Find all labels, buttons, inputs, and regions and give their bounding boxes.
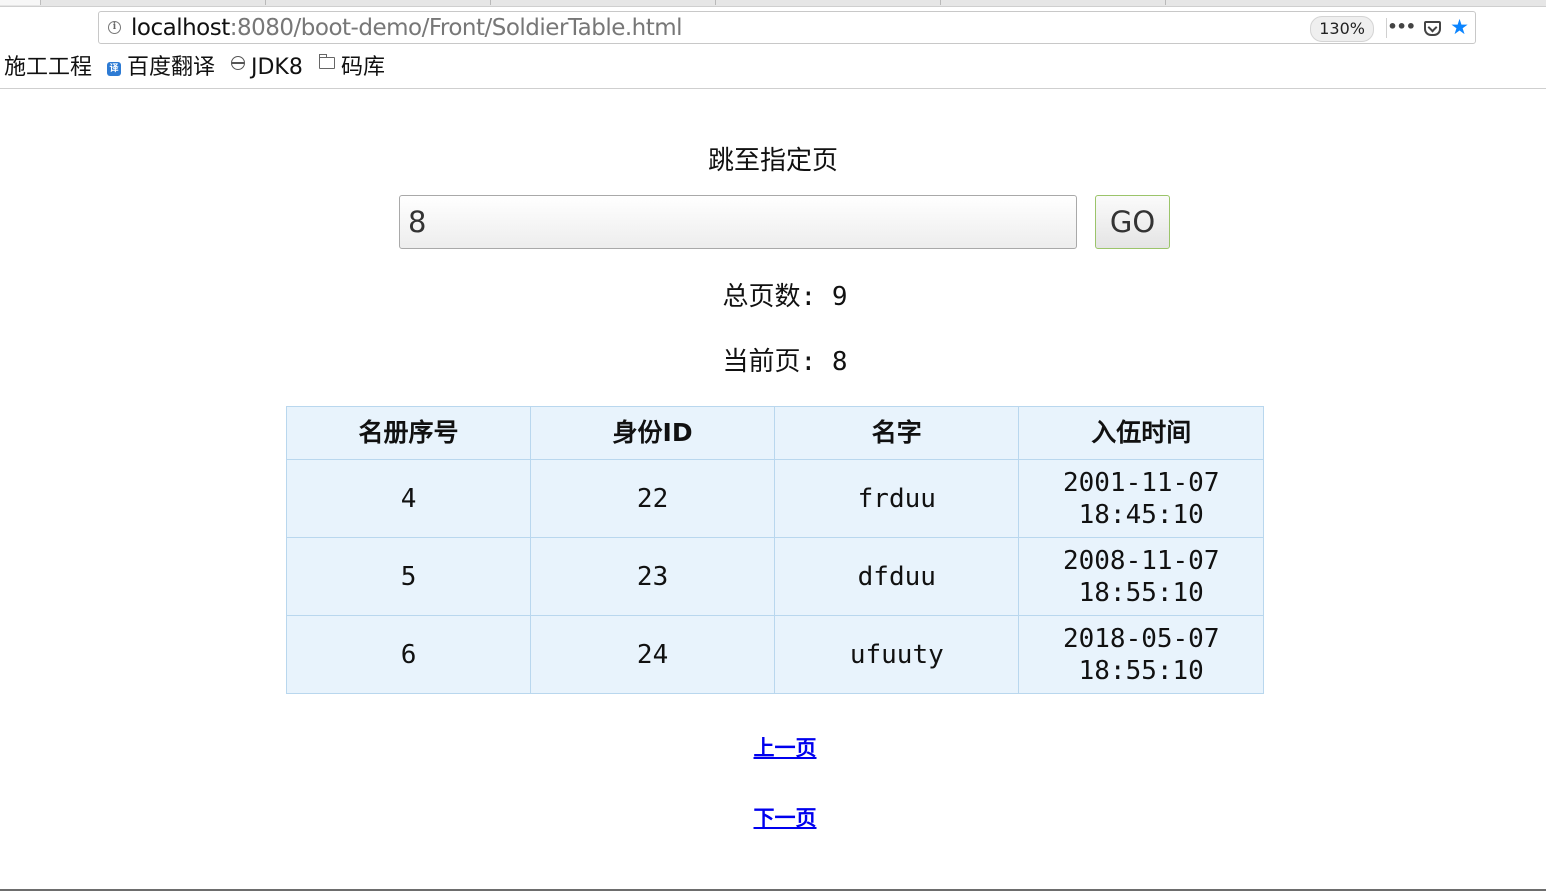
tab-separator [940,0,941,5]
name-cell: dfduu [774,537,1020,616]
table-row: 4 22 frduu 2001-11-07 18:45:10 [285,459,1264,538]
bookmark-label: JDK8 [251,55,303,80]
bookmark-label: 码库 [341,55,386,80]
column-header-name: 名字 [774,406,1020,460]
bookmark-item[interactable]: 译百度翻译 [107,52,215,84]
current-page-text: 当前页: 8 [722,347,848,377]
jump-to-page-title: 跳至指定页 [707,146,838,176]
enlist-date: 2001-11-07 [1062,467,1220,498]
column-header-id: 身份ID [530,406,776,460]
globe-icon [231,56,245,70]
folder-icon [318,54,335,69]
column-header-enlist-time: 入伍时间 [1018,406,1264,460]
enlist-clock-time: 18:55:10 [1078,577,1204,608]
tab-separator [1165,0,1166,5]
enlist-clock-time: 18:45:10 [1078,499,1204,530]
tab-separator [715,0,716,5]
soldier-table: 名册序号 身份ID 名字 入伍时间 4 22 frduu 2001-11-07 1… [285,406,1264,694]
pocket-icon[interactable] [1424,21,1441,36]
bookmark-item[interactable]: 码库 [318,52,386,84]
total-pages-text: 总页数: 9 [722,282,848,312]
bookmark-item[interactable]: JDK8 [231,52,303,84]
id-cell: 23 [530,537,776,616]
name-cell: ufuuty [774,615,1020,694]
enlist-time-cell: 2008-11-07 18:55:10 [1018,537,1264,616]
translate-icon: 译 [107,62,121,76]
site-info-icon[interactable]: i [108,21,121,34]
bookmarks-toolbar: 施工工程 译百度翻译 JDK8 码库 [0,52,1546,86]
address-bar[interactable]: i localhost:8080/boot-demo/Front/Soldier… [98,11,1476,44]
roster-no-cell: 5 [285,537,532,616]
id-cell: 22 [530,459,776,538]
next-page-link[interactable]: 下一页 [0,804,1546,832]
enlist-clock-time: 18:55:10 [1078,655,1204,686]
roster-no-cell: 4 [285,459,532,538]
url-path: :8080/boot-demo/Front/SoldierTable.html [229,15,683,41]
table-header-row: 名册序号 身份ID 名字 入伍时间 [285,406,1264,460]
previous-page-link[interactable]: 上一页 [0,734,1546,762]
page-content: 跳至指定页 GO 总页数: 9 当前页: 8 名册序号 身份ID 名字 入伍时间… [0,89,1546,891]
url-host: localhost [131,15,230,41]
page-number-input[interactable] [399,195,1077,249]
bookmark-label: 施工工程 [4,55,93,80]
bookmark-label: 百度翻译 [127,55,216,80]
active-tab[interactable] [0,0,41,5]
tab-separator [265,0,266,5]
table-row: 5 23 dfduu 2008-11-07 18:55:10 [285,537,1264,616]
enlist-time-cell: 2001-11-07 18:45:10 [1018,459,1264,538]
enlist-date: 2018-05-07 [1062,623,1220,654]
tab-strip [0,0,1546,7]
roster-no-cell: 6 [285,615,532,694]
bookmark-star-icon[interactable]: ★ [1450,13,1469,41]
page-actions-more-icon[interactable]: ••• [1387,16,1416,38]
zoom-level-badge[interactable]: 130% [1310,16,1374,42]
name-cell: frduu [774,459,1020,538]
go-button[interactable]: GO [1095,195,1170,249]
enlist-date: 2008-11-07 [1062,545,1220,576]
tab-separator [490,0,491,5]
id-cell: 24 [530,615,776,694]
bookmark-item[interactable]: 施工工程 [4,52,92,84]
enlist-time-cell: 2018-05-07 18:55:10 [1018,615,1264,694]
table-row: 6 24 ufuuty 2018-05-07 18:55:10 [285,615,1264,694]
url-text[interactable]: localhost:8080/boot-demo/Front/SoldierTa… [131,15,683,41]
column-header-roster-no: 名册序号 [285,406,532,460]
